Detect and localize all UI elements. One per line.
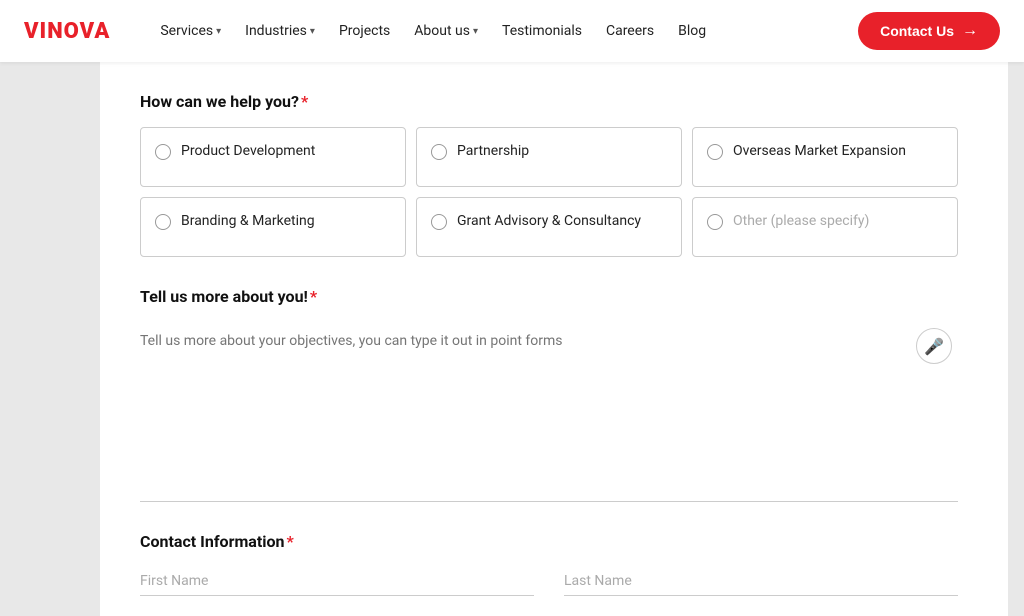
chevron-down-icon: ▾ [310,26,315,37]
nav-item-industries[interactable]: Industries ▾ [235,17,325,45]
nav-item-services[interactable]: Services ▾ [150,17,231,45]
radio-icon[interactable] [431,214,447,230]
contact-section-label: Contact Information* [140,532,958,551]
navbar: VINOVA Services ▾ Industries ▾ Projects … [0,0,1024,62]
radio-icon[interactable] [707,144,723,160]
nav-item-projects[interactable]: Projects [329,17,400,45]
option-partnership[interactable]: Partnership [416,127,682,187]
contact-section: Contact Information* [140,532,958,616]
last-name-group [564,567,958,596]
first-name-input[interactable] [140,567,534,596]
chevron-down-icon: ▾ [216,26,221,37]
options-grid: Product Development Partnership Overseas… [140,127,958,257]
radio-icon[interactable] [707,214,723,230]
option-overseas[interactable]: Overseas Market Expansion [692,127,958,187]
main-content: How can we help you?* Product Developmen… [100,62,1008,616]
textarea-wrapper: 🎤 [140,322,958,502]
arrow-icon: → [962,22,978,40]
page-body: How can we help you?* Product Developmen… [0,62,1024,616]
help-section-label: How can we help you?* [140,92,958,111]
radio-icon[interactable] [155,214,171,230]
nav-item-testimonials[interactable]: Testimonials [492,17,592,45]
sidebar-left [0,62,100,616]
tell-us-label: Tell us more about you!* [140,287,958,306]
option-branding[interactable]: Branding & Marketing [140,197,406,257]
first-name-group [140,567,534,596]
sidebar-right [1008,62,1024,616]
nav-links: Services ▾ Industries ▾ Projects About u… [150,17,858,45]
nav-item-careers[interactable]: Careers [596,17,664,45]
option-other[interactable]: Other (please specify) [692,197,958,257]
mic-button[interactable]: 🎤 [916,328,952,364]
contact-us-button[interactable]: Contact Us → [858,12,1000,50]
radio-icon[interactable] [155,144,171,160]
option-product-development[interactable]: Product Development [140,127,406,187]
logo[interactable]: VINOVA [24,19,110,44]
chevron-down-icon: ▾ [473,26,478,37]
tell-us-section: Tell us more about you!* 🎤 [140,287,958,502]
last-name-input[interactable] [564,567,958,596]
about-textarea[interactable] [140,322,958,492]
nav-item-blog[interactable]: Blog [668,17,716,45]
option-grant[interactable]: Grant Advisory & Consultancy [416,197,682,257]
name-input-row [140,567,958,596]
radio-icon[interactable] [431,144,447,160]
nav-item-about[interactable]: About us ▾ [404,17,488,45]
mic-icon: 🎤 [924,337,944,356]
